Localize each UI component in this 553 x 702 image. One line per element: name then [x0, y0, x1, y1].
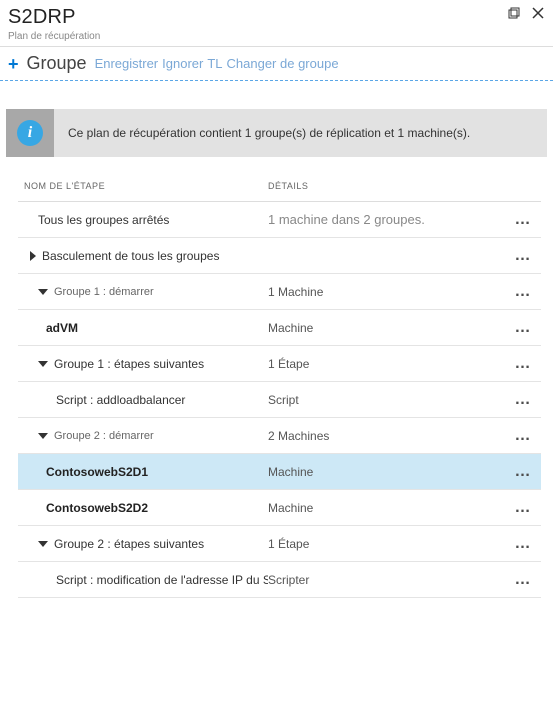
chevron-down-icon[interactable] [38, 541, 48, 547]
step-name: Groupe 2 : étapes suivantes [54, 537, 204, 551]
window-controls [507, 6, 545, 20]
step-name: ContosowebS2D2 [46, 501, 148, 515]
col-header-name: NOM DE L'ÉTAPE [18, 181, 268, 191]
more-actions-button[interactable]: … [505, 463, 541, 481]
change-group-button[interactable]: Changer de groupe [227, 56, 339, 71]
step-name: adVM [46, 321, 78, 335]
chevron-down-icon[interactable] [38, 433, 48, 439]
col-header-details: DÉTAILS [268, 181, 505, 191]
step-name-cell: Groupe 1 : démarrer [18, 286, 268, 298]
step-name-cell: Script : modification de l'adresse IP du… [18, 573, 268, 587]
chevron-right-icon[interactable] [30, 251, 36, 261]
more-actions-button[interactable]: … [505, 319, 541, 337]
more-actions-button[interactable]: … [505, 355, 541, 373]
step-details: 2 Machines [268, 429, 505, 443]
save-button[interactable]: Enregistrer [95, 56, 159, 71]
more-actions-button[interactable]: … [505, 571, 541, 589]
page-title: S2DRP [8, 6, 545, 29]
table-header: NOM DE L'ÉTAPE DÉTAILS [18, 181, 541, 202]
steps-table: NOM DE L'ÉTAPE DÉTAILS Tous les groupes … [0, 157, 553, 598]
step-name-cell: ContosowebS2D1 [18, 465, 268, 479]
table-row[interactable]: ContosowebS2D2 Machine… [18, 490, 541, 526]
step-details: 1 Étape [268, 357, 505, 371]
step-details: Script [268, 393, 505, 407]
step-name: Basculement de tous les groupes [42, 249, 219, 263]
step-name-cell: Script : addloadbalancer [18, 393, 268, 407]
step-name: Groupe 1 : démarrer [54, 286, 154, 298]
chevron-down-icon[interactable] [38, 361, 48, 367]
table-row[interactable]: ContosowebS2D1 Machine… [18, 454, 541, 490]
step-name: Script : modification de l'adresse IP du… [56, 573, 268, 587]
step-name-cell: Groupe 2 : étapes suivantes [18, 537, 268, 551]
close-icon[interactable] [531, 6, 545, 20]
table-row[interactable]: Tous les groupes arrêtés 1 machine dans 2… [18, 202, 541, 238]
ignore-button[interactable]: Ignorer [162, 56, 203, 71]
more-actions-button[interactable]: … [505, 247, 541, 265]
step-name: Script : addloadbalancer [56, 393, 185, 407]
step-details: Machine [268, 465, 505, 479]
info-icon-container: i [6, 109, 54, 157]
step-details: 1 Machine [268, 285, 505, 299]
step-name-cell: Tous les groupes arrêtés [18, 213, 268, 227]
more-actions-button[interactable]: … [505, 499, 541, 517]
more-actions-button[interactable]: … [505, 211, 541, 229]
page-subtitle: Plan de récupération [8, 31, 545, 42]
restore-icon[interactable] [507, 6, 521, 20]
info-icon: i [17, 120, 43, 146]
table-row[interactable]: Groupe 2 : étapes suivantes 1 Étape… [18, 526, 541, 562]
table-row[interactable]: Basculement de tous les groupes … [18, 238, 541, 274]
toolbar: + Groupe Enregistrer Ignorer TL Changer … [0, 47, 553, 81]
table-row[interactable]: Groupe 1 : démarrer 1 Machine… [18, 274, 541, 310]
step-name-cell: adVM [18, 321, 268, 335]
step-name: Groupe 1 : étapes suivantes [54, 357, 204, 371]
plus-icon[interactable]: + [8, 55, 19, 73]
more-actions-button[interactable]: … [505, 535, 541, 553]
step-name-cell: Groupe 2 : démarrer [18, 430, 268, 442]
step-details: Machine [268, 501, 505, 515]
step-details: Machine [268, 321, 505, 335]
step-name-cell: Groupe 1 : étapes suivantes [18, 357, 268, 371]
tl-button[interactable]: TL [207, 56, 222, 71]
more-actions-button[interactable]: … [505, 427, 541, 445]
table-row[interactable]: Script : addloadbalancer Script… [18, 382, 541, 418]
col-header-actions [505, 181, 541, 191]
step-name: Tous les groupes arrêtés [38, 213, 169, 227]
step-details: Scripter [268, 573, 505, 587]
chevron-down-icon[interactable] [38, 289, 48, 295]
step-name: Groupe 2 : démarrer [54, 430, 154, 442]
step-name-cell: ContosowebS2D2 [18, 501, 268, 515]
table-row[interactable]: Groupe 2 : démarrer 2 Machines… [18, 418, 541, 454]
table-row[interactable]: adVM Machine… [18, 310, 541, 346]
step-details: 1 machine dans 2 groupes. [268, 212, 505, 227]
step-details: 1 Étape [268, 537, 505, 551]
info-banner: i Ce plan de récupération contient 1 gro… [6, 109, 547, 157]
more-actions-button[interactable]: … [505, 283, 541, 301]
table-row[interactable]: Script : modification de l'adresse IP du… [18, 562, 541, 598]
more-actions-button[interactable]: … [505, 391, 541, 409]
info-text: Ce plan de récupération contient 1 group… [54, 126, 484, 140]
table-row[interactable]: Groupe 1 : étapes suivantes 1 Étape… [18, 346, 541, 382]
add-group-label[interactable]: Groupe [27, 53, 87, 74]
window-header: S2DRP Plan de récupération [0, 0, 553, 47]
step-name-cell: Basculement de tous les groupes [18, 249, 268, 263]
step-name: ContosowebS2D1 [46, 465, 148, 479]
